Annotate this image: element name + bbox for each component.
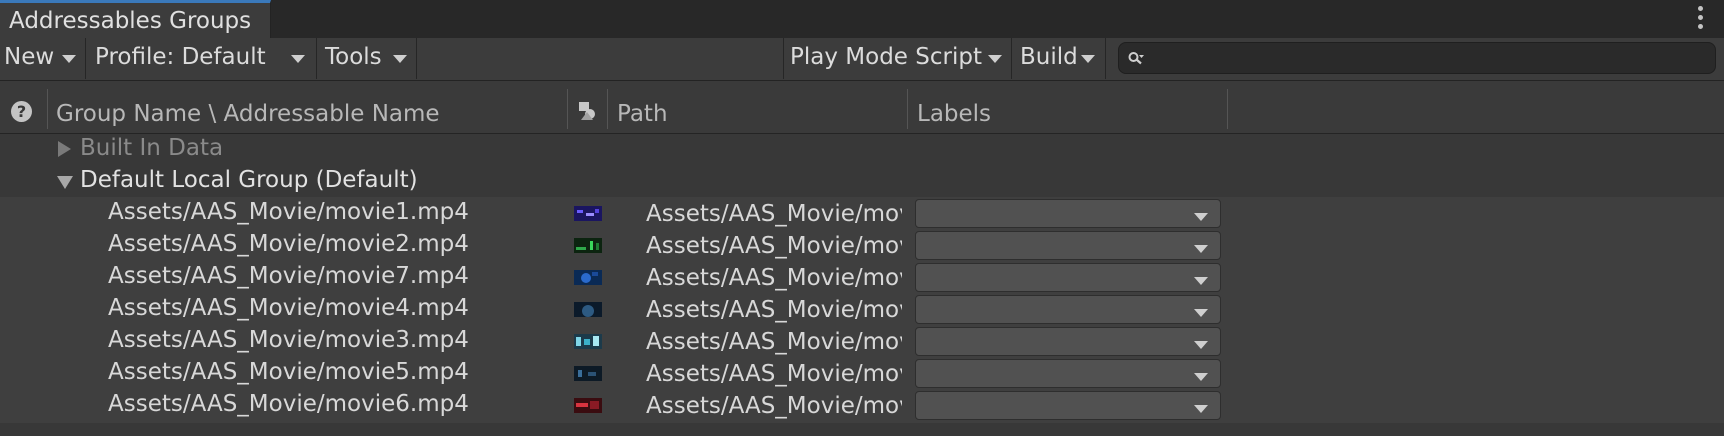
chevron-down-icon — [1194, 309, 1208, 317]
chevron-down-icon — [393, 55, 407, 63]
table-row[interactable]: Assets/AAS_Movie/movie1.mp4 Assets/AAS_M… — [0, 197, 1724, 229]
asset-path: Assets/AAS_Movie/movie1.mp4 — [646, 201, 902, 227]
chevron-down-icon — [1194, 373, 1208, 381]
video-thumbnail-icon — [574, 302, 602, 317]
video-thumbnail-icon — [574, 270, 602, 285]
labels-dropdown[interactable] — [915, 199, 1221, 228]
group-row-default-local-group[interactable]: Default Local Group (Default) — [0, 165, 1724, 197]
chevron-down-icon — [62, 55, 76, 63]
profile-dropdown[interactable]: Profile: Default — [86, 38, 317, 79]
expand-arrow-icon[interactable] — [58, 141, 71, 157]
column-header-path[interactable]: Path — [617, 101, 668, 127]
tools-dropdown[interactable]: Tools — [317, 38, 417, 79]
asset-name: Assets/AAS_Movie/movie5.mp4 — [108, 359, 469, 385]
column-divider[interactable] — [567, 89, 568, 129]
column-divider[interactable] — [1227, 89, 1228, 129]
play-mode-script-label: Play Mode Script — [790, 44, 982, 70]
table-row[interactable]: Assets/AAS_Movie/movie4.mp4 Assets/AAS_M… — [0, 293, 1724, 325]
asset-name: Assets/AAS_Movie/movie2.mp4 — [108, 231, 469, 257]
tab-title: Addressables Groups — [9, 8, 252, 34]
asset-path: Assets/AAS_Movie/movie5.mp4 — [646, 361, 902, 387]
toolbar: New Profile: Default Tools Play Mode Scr… — [0, 38, 1724, 81]
build-dropdown-label: Build — [1020, 44, 1078, 70]
video-thumbnail-icon — [574, 398, 602, 413]
column-divider[interactable] — [47, 89, 48, 129]
asset-name: Assets/AAS_Movie/movie4.mp4 — [108, 295, 469, 321]
column-divider[interactable] — [607, 89, 608, 129]
search-field[interactable] — [1118, 42, 1716, 74]
video-thumbnail-icon — [574, 334, 602, 349]
chevron-down-icon — [1194, 245, 1208, 253]
asset-path: Assets/AAS_Movie/movie6.mp4 — [646, 393, 902, 419]
build-dropdown[interactable]: Build — [1012, 38, 1106, 79]
asset-path: Assets/AAS_Movie/movie7.mp4 — [646, 265, 902, 291]
labels-dropdown[interactable] — [915, 327, 1221, 356]
column-divider[interactable] — [907, 89, 908, 129]
new-dropdown[interactable]: New — [0, 38, 86, 79]
chevron-down-icon — [1194, 405, 1208, 413]
labels-dropdown[interactable] — [915, 359, 1221, 388]
chevron-down-icon — [1194, 213, 1208, 221]
table-row[interactable]: Assets/AAS_Movie/movie6.mp4 Assets/AAS_M… — [0, 389, 1724, 421]
column-header-labels[interactable]: Labels — [917, 101, 991, 127]
video-thumbnail-icon — [574, 206, 602, 221]
labels-dropdown[interactable] — [915, 263, 1221, 292]
play-mode-script-dropdown[interactable]: Play Mode Script — [783, 38, 1012, 79]
tab-addressables-groups[interactable]: Addressables Groups — [0, 0, 271, 38]
asset-path: Assets/AAS_Movie/movie2.mp4 — [646, 233, 902, 259]
table-row[interactable]: Assets/AAS_Movie/movie2.mp4 Assets/AAS_M… — [0, 229, 1724, 261]
asset-name: Assets/AAS_Movie/movie6.mp4 — [108, 391, 469, 417]
tools-dropdown-label: Tools — [325, 44, 382, 70]
asset-name: Assets/AAS_Movie/movie1.mp4 — [108, 199, 469, 225]
help-icon[interactable]: ? — [11, 101, 32, 122]
tab-bar: Addressables Groups — [0, 0, 1724, 39]
column-header-group-name[interactable]: Group Name \ Addressable Name — [56, 101, 440, 127]
asset-name: Assets/AAS_Movie/movie7.mp4 — [108, 263, 469, 289]
labels-dropdown[interactable] — [915, 231, 1221, 260]
kebab-menu-icon[interactable] — [1698, 6, 1704, 30]
table-row[interactable]: Assets/AAS_Movie/movie5.mp4 Assets/AAS_M… — [0, 357, 1724, 389]
labels-dropdown[interactable] — [915, 295, 1221, 324]
chevron-down-icon — [1081, 55, 1095, 63]
group-row-built-in-data[interactable]: Built In Data — [0, 133, 1724, 165]
new-dropdown-label: New — [4, 44, 55, 70]
profile-dropdown-label: Profile: Default — [95, 44, 266, 70]
chevron-down-icon — [988, 55, 1002, 63]
asset-name: Assets/AAS_Movie/movie3.mp4 — [108, 327, 469, 353]
chevron-down-icon — [1194, 277, 1208, 285]
video-thumbnail-icon — [574, 366, 602, 381]
collapse-arrow-icon[interactable] — [57, 176, 73, 189]
labels-dropdown[interactable] — [915, 391, 1221, 420]
chevron-down-icon — [1194, 341, 1208, 349]
group-name: Default Local Group (Default) — [80, 167, 418, 193]
asset-list: Assets/AAS_Movie/movie1.mp4 Assets/AAS_M… — [0, 197, 1724, 423]
asset-path: Assets/AAS_Movie/movie4.mp4 — [646, 297, 902, 323]
search-icon — [1128, 52, 1144, 65]
column-header: ? Group Name \ Addressable Name Path Lab… — [0, 81, 1724, 134]
chevron-down-icon — [291, 55, 305, 63]
video-thumbnail-icon — [574, 238, 602, 253]
asset-path: Assets/AAS_Movie/movie3.mp4 — [646, 329, 902, 355]
table-row[interactable]: Assets/AAS_Movie/movie3.mp4 Assets/AAS_M… — [0, 325, 1724, 357]
asset-type-icon[interactable] — [577, 100, 599, 122]
table-row[interactable]: Assets/AAS_Movie/movie7.mp4 Assets/AAS_M… — [0, 261, 1724, 293]
group-name: Built In Data — [80, 135, 224, 161]
